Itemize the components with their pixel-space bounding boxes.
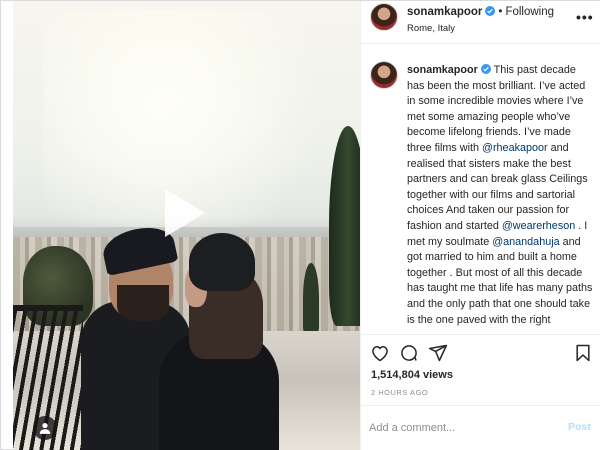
cypress-tree-small: [303, 263, 319, 333]
location-link[interactable]: Rome, Italy: [407, 23, 455, 34]
mention-wearerheson[interactable]: @wearerheson: [502, 220, 575, 232]
caption-part-4: and got married to him and built a home …: [407, 235, 593, 330]
post-header: sonamkapoor • Following Rome, Italy •••: [361, 1, 600, 44]
comment-input[interactable]: [369, 416, 559, 440]
caption-part-1: This past decade has been the most brill…: [407, 64, 586, 154]
comment-icon: [401, 345, 417, 361]
verified-badge-icon: [485, 6, 496, 16]
cypress-tree: [329, 126, 360, 326]
like-button[interactable]: [370, 343, 390, 363]
caption-username[interactable]: sonamkapoor: [407, 64, 478, 76]
post-timestamp[interactable]: 2 HOURS AGO: [371, 388, 428, 397]
more-options-icon[interactable]: •••: [576, 9, 594, 25]
save-button[interactable]: [573, 343, 593, 363]
caption-part-2: and realised that sisters make the best …: [407, 141, 588, 232]
verified-badge-icon: [480, 64, 491, 74]
avatar[interactable]: [370, 3, 398, 31]
header-user-line: sonamkapoor • Following: [407, 6, 554, 18]
share-icon: [428, 344, 448, 362]
bookmark-icon: [576, 344, 590, 362]
share-button[interactable]: [428, 343, 448, 363]
caption-avatar[interactable]: [370, 61, 398, 89]
post-sidebar: sonamkapoor • Following Rome, Italy ••• so…: [360, 1, 600, 450]
separator-dot: •: [498, 6, 503, 18]
header-username[interactable]: sonamkapoor: [407, 6, 482, 18]
following-button[interactable]: Following: [505, 6, 554, 18]
post-video[interactable]: [13, 1, 360, 450]
action-bar: [361, 334, 600, 370]
man-beard: [117, 285, 169, 321]
mention-anandahuja[interactable]: @anandahuja: [492, 236, 559, 248]
views-count[interactable]: 1,514,804 views: [371, 369, 453, 381]
post-modal: sonamkapoor • Following Rome, Italy ••• so…: [0, 0, 600, 450]
heart-icon: [372, 345, 388, 362]
mention-rheakapoor[interactable]: @rheakapoor: [482, 142, 548, 154]
comment-button[interactable]: [399, 343, 419, 363]
caption-text: sonamkapoor This past decade has been th…: [407, 63, 593, 330]
user-tag-button[interactable]: [33, 416, 57, 440]
post-comment-button[interactable]: Post: [568, 421, 591, 433]
woman-hat: [189, 233, 255, 291]
comment-bar: Post: [361, 405, 600, 450]
play-icon[interactable]: [165, 189, 205, 237]
user-tag-icon: [39, 423, 51, 434]
caption-area: sonamkapoor This past decade has been th…: [361, 55, 600, 330]
